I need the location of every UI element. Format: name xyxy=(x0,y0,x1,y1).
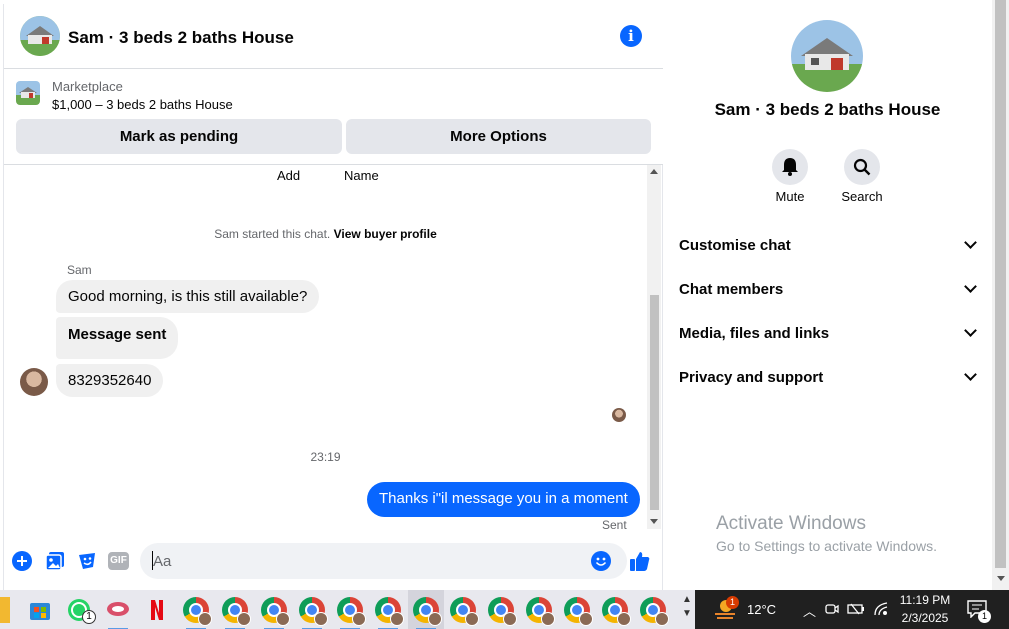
listing-profile-image[interactable] xyxy=(791,20,863,92)
thumbs-up-icon[interactable] xyxy=(629,550,651,572)
page-scroll-down-arrow[interactable] xyxy=(997,576,1005,581)
chevron-down-icon xyxy=(964,280,977,293)
store-icon[interactable] xyxy=(27,597,53,623)
taskbar-scroll-arrows[interactable]: ▲ ▼ xyxy=(680,593,694,626)
message-input-placeholder: Aa xyxy=(153,553,172,570)
section-media-files-links[interactable]: Media, files and links xyxy=(679,316,979,352)
chrome-profile-icon[interactable] xyxy=(526,597,555,626)
system-message-text: Sam started this chat. xyxy=(214,227,331,241)
side-title: Sam · 3 beds 2 baths House xyxy=(714,100,941,119)
chrome-profile-icon[interactable] xyxy=(183,597,212,629)
gif-icon[interactable]: GIF xyxy=(108,552,129,570)
message-timestamp: 23:19 xyxy=(310,450,341,464)
scroll-thumb[interactable] xyxy=(650,295,659,510)
chrome-profile-icon[interactable] xyxy=(488,597,517,626)
chrome-profile-icon[interactable] xyxy=(299,597,328,629)
seen-avatar xyxy=(612,408,626,422)
search-button[interactable] xyxy=(844,149,880,185)
incoming-message[interactable]: Message sent xyxy=(56,317,179,359)
sticker-icon[interactable] xyxy=(77,551,97,571)
info-icon[interactable]: i xyxy=(620,25,642,47)
section-label: Customise chat xyxy=(679,237,791,254)
whatsapp-icon[interactable]: 1 xyxy=(66,597,96,624)
chat-header: Sam · 3 beds 2 baths House i xyxy=(4,4,664,69)
sender-avatar[interactable] xyxy=(20,368,48,396)
section-customise-chat[interactable]: Customise chat xyxy=(679,228,979,264)
sender-name: Sam xyxy=(67,263,92,277)
system-tray: 1 12°C ︿ 11:19 PM 2/3/2025 1 xyxy=(695,590,1009,629)
page-scrollbar[interactable] xyxy=(992,0,1009,590)
chevron-down-icon xyxy=(964,324,977,337)
chrome-profile-icon[interactable] xyxy=(222,597,251,629)
plus-icon[interactable] xyxy=(12,551,32,571)
chrome-profile-icon[interactable] xyxy=(602,597,631,626)
clock-time[interactable]: 11:19 PM xyxy=(895,593,955,607)
activation-watermark-text: Go to Settings to activate Windows. xyxy=(716,538,937,554)
message-input[interactable]: Aa xyxy=(140,543,627,579)
file-explorer-icon[interactable] xyxy=(0,597,10,623)
snipping-tool-icon[interactable] xyxy=(105,597,131,629)
more-options-button[interactable]: More Options xyxy=(346,119,651,154)
chat-info-panel: Sam · 3 beds 2 baths House Mute Search C… xyxy=(663,4,992,590)
section-privacy-support[interactable]: Privacy and support xyxy=(679,360,979,396)
add-label[interactable]: Add xyxy=(277,168,300,183)
system-message: Sam started this chat. View buyer profil… xyxy=(4,227,647,241)
activation-watermark-title: Activate Windows xyxy=(716,513,866,534)
notification-badge: 1 xyxy=(978,610,991,623)
taskbar: 1 ▲ ▼ 1 12°C ︿ 11:19 PM 2/3/2025 1 xyxy=(0,590,1009,629)
weather-badge: 1 xyxy=(726,596,739,609)
scroll-up-arrow[interactable] xyxy=(650,169,658,174)
view-buyer-profile-link[interactable]: View buyer profile xyxy=(334,227,437,241)
taskbar-apps: 1 ▲ ▼ xyxy=(0,590,695,629)
clock-date[interactable]: 2/3/2025 xyxy=(895,611,955,625)
outgoing-message[interactable]: Thanks i"il message you in a moment xyxy=(367,482,640,517)
whatsapp-badge: 1 xyxy=(82,610,96,624)
name-label[interactable]: Name xyxy=(344,168,379,183)
incoming-message[interactable]: 8329352640 xyxy=(56,364,164,397)
chevron-up-icon[interactable]: ︿ xyxy=(803,601,816,620)
chrome-profile-icon[interactable] xyxy=(261,597,290,629)
marketplace-label: Marketplace xyxy=(52,79,123,94)
chevron-down-icon xyxy=(964,368,977,381)
composer: GIF Aa xyxy=(4,539,664,590)
chrome-profile-icon[interactable] xyxy=(450,597,479,626)
listing-thumbnail[interactable] xyxy=(16,81,40,105)
battery-icon[interactable] xyxy=(847,602,865,616)
temperature[interactable]: 12°C xyxy=(747,602,776,617)
marketplace-banner: Marketplace $1,000 – 3 beds 2 baths Hous… xyxy=(4,69,664,165)
chat-title[interactable]: Sam · 3 beds 2 baths House xyxy=(68,28,294,48)
section-label: Media, files and links xyxy=(679,325,830,342)
emoji-icon[interactable] xyxy=(591,551,611,571)
mute-button[interactable] xyxy=(772,149,808,185)
chrome-profile-icon[interactable] xyxy=(564,597,593,626)
listing-avatar[interactable] xyxy=(20,16,60,56)
app-window: Sam · 3 beds 2 baths House i Marketplace… xyxy=(0,0,1009,629)
page-scroll-thumb[interactable] xyxy=(995,0,1006,568)
message-scrollbar[interactable] xyxy=(647,165,661,529)
chrome-profile-icon[interactable] xyxy=(375,597,404,629)
photo-icon[interactable] xyxy=(45,551,65,571)
search-icon xyxy=(853,158,871,176)
scroll-down-arrow[interactable] xyxy=(650,519,658,524)
section-label: Chat members xyxy=(679,281,784,298)
meet-now-icon[interactable] xyxy=(825,602,839,616)
sent-status: Sent xyxy=(602,518,627,529)
mute-label[interactable]: Mute xyxy=(760,189,820,204)
chrome-profile-icon[interactable] xyxy=(337,597,366,629)
message-list: Add Name Sam started this chat. View buy… xyxy=(4,165,647,529)
section-chat-members[interactable]: Chat members xyxy=(679,272,979,308)
listing-title[interactable]: $1,000 – 3 beds 2 baths House xyxy=(52,97,233,112)
bell-icon xyxy=(782,158,798,176)
wifi-icon[interactable] xyxy=(873,601,889,617)
incoming-message[interactable]: Good morning, is this still available? xyxy=(56,280,320,313)
chat-pane: Sam · 3 beds 2 baths House i Marketplace… xyxy=(3,4,664,590)
netflix-icon[interactable] xyxy=(144,597,170,623)
section-label: Privacy and support xyxy=(679,369,824,386)
chrome-profile-icon[interactable] xyxy=(640,597,669,626)
chevron-down-icon xyxy=(964,236,977,249)
search-label[interactable]: Search xyxy=(832,189,892,204)
mark-as-pending-button[interactable]: Mark as pending xyxy=(16,119,342,154)
chrome-profile-icon[interactable] xyxy=(413,597,442,629)
